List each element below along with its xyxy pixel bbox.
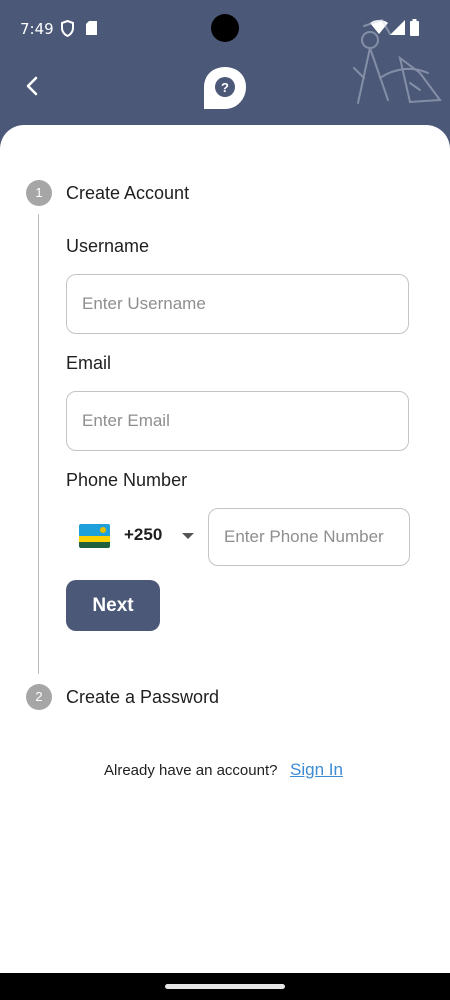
caret-down-icon — [182, 533, 194, 539]
country-dial-code: +250 — [124, 525, 163, 544]
compass-decoration-icon — [353, 18, 442, 104]
sd-card-icon — [86, 21, 97, 35]
sign-in-link[interactable]: Sign In — [290, 760, 343, 780]
next-button[interactable]: Next — [66, 580, 160, 631]
email-input[interactable] — [66, 391, 409, 451]
app-logo-icon: ? — [204, 67, 246, 109]
home-gesture-handle[interactable] — [165, 984, 285, 989]
step-connector-line — [38, 214, 39, 674]
step-number-2: 2 — [26, 684, 52, 710]
username-label: Username — [66, 236, 150, 256]
svg-text:?: ? — [221, 80, 229, 95]
camera-cutout — [211, 14, 239, 42]
step-title-create-password[interactable]: Create a Password — [66, 687, 219, 708]
country-code-selector[interactable]: +250 — [66, 508, 201, 566]
step-number-1: 1 — [26, 180, 52, 206]
shield-icon — [61, 20, 74, 37]
system-nav-bar — [0, 973, 450, 1000]
signin-prompt: Already have an account? — [104, 762, 278, 779]
username-input[interactable] — [66, 274, 409, 334]
status-time: 7:49 — [20, 20, 54, 38]
step-title-create-account: Create Account — [66, 183, 190, 203]
phone-label: Phone Number — [66, 470, 188, 490]
rwanda-flag-icon — [79, 524, 110, 548]
phone-number-input[interactable] — [208, 508, 410, 566]
back-arrow-icon[interactable] — [18, 72, 46, 100]
email-label: Email — [66, 353, 112, 373]
